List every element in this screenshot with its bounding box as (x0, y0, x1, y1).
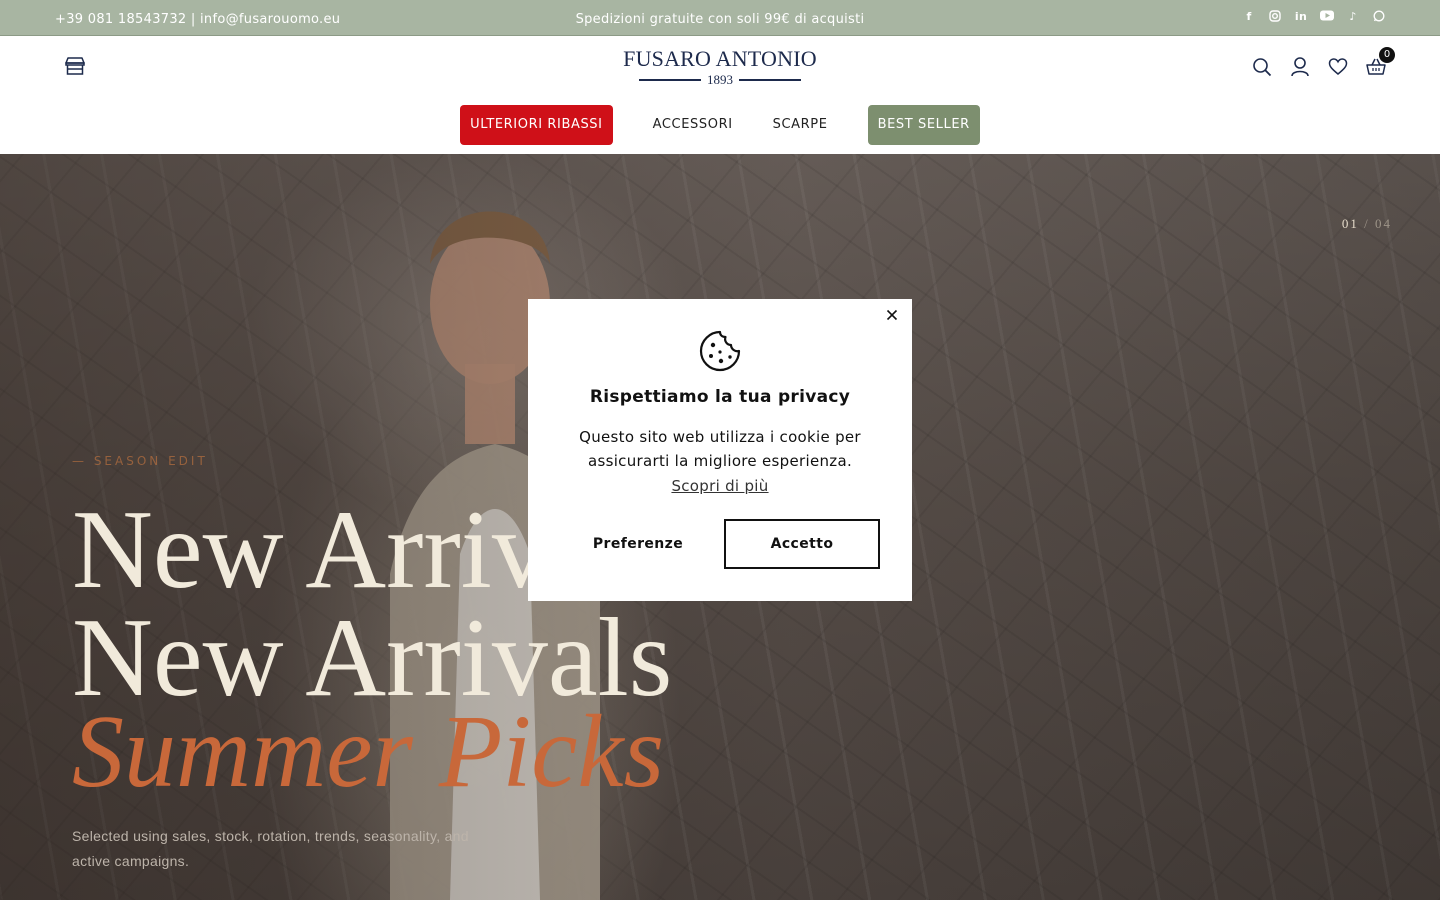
nav-item-scarpe[interactable]: SCARPE (753, 105, 848, 145)
accept-button[interactable]: Accetto (724, 519, 880, 569)
tiktok-icon[interactable]: ♪ (1346, 10, 1360, 24)
logo-year-row: 1893 (620, 72, 820, 88)
hero-eyebrow: — SEASON EDIT (72, 454, 208, 468)
cookie-icon (699, 330, 741, 372)
main-nav: ULTERIORI RIBASSI ACCESSORI SCARPE BEST … (0, 105, 1440, 145)
basket-icon[interactable]: 0 (1366, 47, 1395, 78)
hero-title-line-3: Summer Picks (72, 694, 665, 809)
slide-current: 01 (1341, 216, 1359, 231)
close-icon[interactable] (884, 307, 900, 323)
logo-year: 1893 (707, 72, 733, 87)
social-links: f in ♪ (1242, 10, 1386, 24)
nav-item-best-seller[interactable]: BEST SELLER (867, 105, 980, 145)
header-actions: 0 (1252, 47, 1395, 78)
slide-total: 04 (1375, 216, 1392, 231)
heart-icon[interactable] (1328, 56, 1348, 78)
site-header: FUSARO ANTONIO 1893 0 ULTERIORI RIBASSI … (0, 36, 1440, 154)
learn-more-link[interactable]: Scopri di più (528, 477, 912, 495)
store-icon[interactable] (64, 56, 86, 76)
site-logo[interactable]: FUSARO ANTONIO 1893 (620, 46, 820, 88)
logo-rule-left (639, 79, 701, 81)
facebook-icon[interactable]: f (1242, 10, 1256, 24)
nav-item-accessori[interactable]: ACCESSORI (633, 105, 753, 145)
preferences-button[interactable]: Preferenze (562, 519, 714, 569)
whatsapp-icon[interactable] (1372, 10, 1386, 24)
cart-count-badge: 0 (1379, 47, 1395, 63)
shipping-promo: Spedizioni gratuite con soli 99€ di acqu… (575, 12, 865, 27)
cookie-consent-dialog: Rispettiamo la tua privacy Questo sito w… (528, 299, 912, 601)
cookie-text: Questo sito web utilizza i cookie per as… (579, 428, 861, 470)
logo-name: FUSARO ANTONIO (623, 46, 817, 71)
logo-rule-right (739, 79, 801, 81)
user-icon[interactable] (1290, 56, 1310, 78)
cookie-title: Rispettiamo la tua privacy (589, 387, 851, 407)
hero-description: Selected using sales, stock, rotation, t… (72, 828, 469, 869)
instagram-icon[interactable] (1268, 10, 1282, 24)
slide-counter: 01 / 04 (1342, 216, 1392, 232)
top-bar: +39 081 18543732 | info@fusarouomo.eu Sp… (0, 0, 1440, 36)
slide-separator: / (1364, 216, 1370, 231)
youtube-icon[interactable] (1320, 10, 1334, 24)
search-icon[interactable] (1252, 56, 1272, 78)
nav-item-ulteriori-ribassi[interactable]: ULTERIORI RIBASSI (460, 105, 613, 145)
linkedin-icon[interactable]: in (1294, 10, 1308, 24)
